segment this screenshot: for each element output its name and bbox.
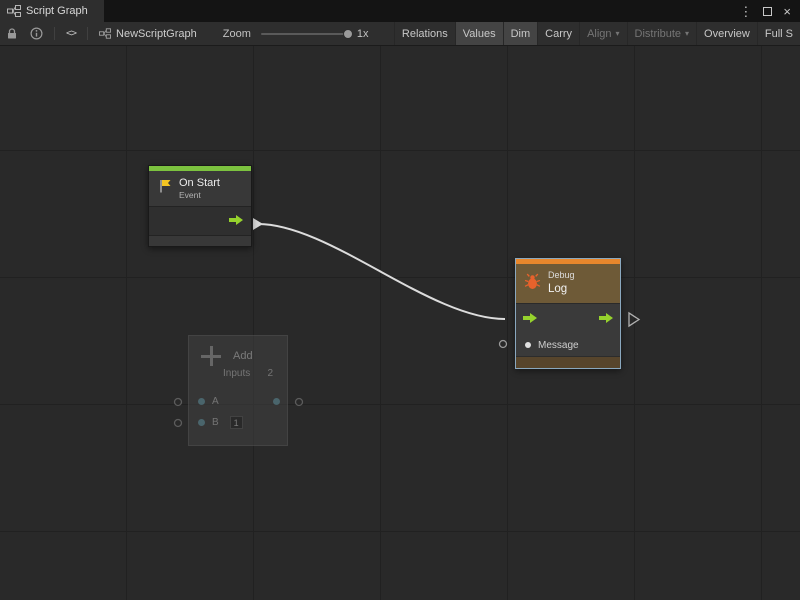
wire-start-arrow	[253, 218, 263, 230]
debug-output-flow-stub[interactable]	[629, 313, 639, 326]
flow-wire[interactable]	[258, 224, 505, 319]
input-a-label: A	[212, 396, 219, 407]
tab-title: Script Graph	[26, 5, 88, 17]
zoom-slider-knob[interactable]	[343, 29, 353, 39]
debug-log-body: Message	[516, 303, 620, 368]
input-a-port-dot[interactable]	[198, 398, 205, 405]
distribute-dropdown[interactable]: Distribute ▾	[627, 22, 696, 45]
ghost-input-b-outer-ring[interactable]	[175, 420, 182, 427]
message-port-dot[interactable]	[525, 342, 531, 348]
ghost-input-a-outer-ring[interactable]	[175, 399, 182, 406]
align-label: Align	[587, 28, 611, 40]
info-icon[interactable]	[30, 27, 43, 40]
add-icon	[201, 346, 221, 366]
on-start-body	[149, 206, 251, 246]
debug-log-node[interactable]: Debug Log	[515, 258, 621, 369]
align-dropdown[interactable]: Align ▾	[579, 22, 626, 45]
relations-button[interactable]: Relations	[394, 22, 455, 45]
flow-output-port[interactable]	[229, 212, 243, 230]
overview-button[interactable]: Overview	[696, 22, 757, 45]
inputs-label: Inputs	[223, 368, 250, 379]
lock-icon[interactable]	[6, 27, 18, 40]
toolbar-separator	[54, 27, 55, 40]
distribute-label: Distribute	[635, 28, 681, 40]
script-graph-icon	[7, 5, 21, 17]
input-b-value-field[interactable]: 1	[230, 416, 243, 429]
node-title: On Start	[179, 176, 220, 190]
titlebar: Script Graph ⋮ ×	[0, 0, 800, 22]
debug-flow-row	[516, 304, 620, 334]
ghost-output-outer-ring[interactable]	[296, 399, 303, 406]
maximize-icon[interactable]	[763, 7, 772, 16]
on-start-titles: On Start Event	[179, 176, 220, 201]
window-controls: ⋮ ×	[739, 0, 800, 22]
bug-icon	[524, 273, 541, 295]
zoom-slider[interactable]	[261, 33, 349, 35]
inputs-count-row: Inputs 2	[189, 366, 287, 379]
on-start-header: On Start Event	[149, 171, 251, 206]
message-port-outer-ring[interactable]	[500, 341, 507, 348]
debug-log-footer	[516, 356, 620, 368]
graph-name-breadcrumb[interactable]: NewScriptGraph	[116, 28, 197, 40]
message-port-label: Message	[538, 340, 579, 351]
wire-layer	[0, 46, 800, 600]
dim-button[interactable]: Dim	[503, 22, 538, 45]
tab-script-graph[interactable]: Script Graph	[0, 0, 104, 22]
toolbar-separator	[87, 27, 88, 40]
zoom-value: 1x	[357, 28, 369, 40]
sum-output-port-dot[interactable]	[273, 398, 280, 405]
message-port-row: Message	[516, 334, 620, 356]
node-category: Debug	[548, 270, 575, 282]
node-title: Add	[233, 350, 253, 362]
graph-toolbar: <> NewScriptGraph Zoom 1x Relations Valu…	[0, 22, 800, 46]
code-view-icon[interactable]: <>	[66, 28, 76, 39]
node-title: Log	[548, 282, 575, 297]
on-start-flow-row	[149, 207, 251, 235]
flow-output-port[interactable]	[599, 310, 613, 328]
on-start-footer	[149, 235, 251, 246]
add-node-title-row: Add	[189, 336, 287, 366]
toolbar-buttons: Relations Values Dim Carry Align ▾ Distr…	[394, 22, 800, 45]
menu-icon[interactable]: ⋮	[739, 5, 752, 18]
input-b-label: B	[212, 417, 219, 428]
add-node-preview[interactable]: Add Inputs 2 A B 1	[188, 335, 288, 446]
values-button[interactable]: Values	[455, 22, 503, 45]
carry-button[interactable]: Carry	[537, 22, 579, 45]
input-b-port-dot[interactable]	[198, 419, 205, 426]
debug-titles: Debug Log	[548, 270, 575, 297]
graph-canvas[interactable]: On Start Event	[0, 46, 800, 600]
node-subtitle: Event	[179, 190, 220, 201]
input-a-row: A	[189, 391, 287, 412]
script-graph-window: Script Graph ⋮ × <>	[0, 0, 800, 600]
chevron-down-icon: ▾	[616, 29, 620, 38]
close-icon[interactable]: ×	[783, 5, 791, 18]
chevron-down-icon: ▾	[685, 29, 689, 38]
input-b-row: B 1	[189, 412, 287, 433]
fullscreen-button[interactable]: Full S	[757, 22, 800, 45]
flow-input-port[interactable]	[523, 310, 537, 328]
inputs-count-value[interactable]: 2	[267, 368, 273, 379]
on-start-node[interactable]: On Start Event	[148, 165, 252, 247]
zoom-label: Zoom	[223, 28, 251, 40]
add-node-ports: A B 1	[189, 391, 287, 433]
graph-asset-icon	[99, 28, 111, 39]
flag-icon	[157, 178, 173, 199]
debug-log-header: Debug Log	[516, 264, 620, 303]
